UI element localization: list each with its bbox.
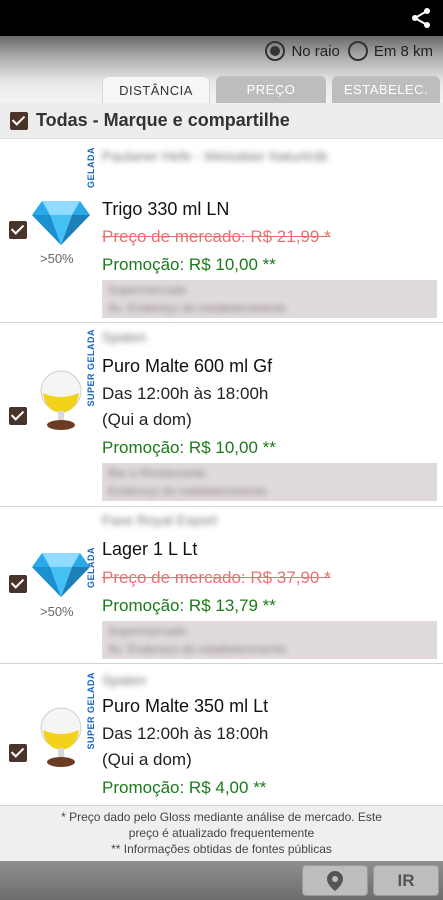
tab-distancia[interactable]: DISTÂNCIA	[102, 76, 210, 103]
discount-label: >50%	[40, 604, 74, 619]
tab-estabelec[interactable]: ESTABELEC.	[332, 76, 440, 103]
store-address: Endereço do estabelecimento	[108, 484, 267, 498]
radio-no-raio[interactable]: No raio	[265, 41, 340, 61]
hours-label: Das 12:00h às 18:00h	[102, 384, 269, 403]
store-info: Supermercado Av. Endereço do estabelecim…	[102, 280, 437, 318]
market-price: Preço de mercado: R$ 21,99 *	[102, 227, 331, 246]
days-label: (Qui a dom)	[102, 410, 192, 429]
disclaimer-footer: * Preço dado pelo Gloss mediante análise…	[0, 806, 443, 861]
select-all-label: Todas - Marque e compartilhe	[36, 110, 290, 130]
store-name: Supermercado	[108, 283, 187, 297]
bottom-toolbar: IR	[0, 861, 443, 900]
item-checkbox[interactable]	[9, 221, 27, 239]
promo-price: Promoção: R$ 4,00 **	[102, 778, 267, 797]
brand-name: Spaten	[102, 329, 147, 345]
go-button[interactable]: IR	[373, 865, 439, 896]
promo-price: Promoção: R$ 10,00 **	[102, 438, 276, 457]
list-item[interactable]: SUPER GELADA Spaten Puro Malte 350 ml Lt…	[0, 664, 443, 806]
diamond-icon	[32, 201, 90, 245]
list-item[interactable]: GELADA Faxe Royal Export >50% Lager 1 L …	[0, 507, 443, 664]
brand-name: Spaten	[102, 672, 147, 688]
diamond-icon	[32, 553, 90, 597]
product-name: Puro Malte 350 ml Lt	[102, 696, 269, 716]
product-name: Lager 1 L Lt	[102, 539, 198, 559]
top-bar	[0, 0, 443, 36]
market-price: Preço de mercado: R$ 37,90 *	[102, 568, 331, 587]
beer-glass-icon	[40, 370, 82, 430]
filter-header: No raio Em 8 km DISTÂNCIA PREÇO ESTABELE…	[0, 36, 443, 103]
item-checkbox[interactable]	[9, 575, 27, 593]
brand-name: Faxe Royal Export	[102, 512, 218, 528]
product-name: Trigo 330 ml LN	[102, 199, 230, 219]
brand-name: Paulaner Hefe - Weissbier Naturtrüb	[102, 148, 328, 164]
days-label: (Qui a dom)	[102, 750, 192, 769]
map-button[interactable]	[302, 865, 368, 896]
disclaimer-line: preço é atualizado frequentemente	[128, 826, 315, 840]
promo-price: Promoção: R$ 13,79 **	[102, 596, 276, 615]
beer-glass-icon	[40, 707, 82, 767]
radius-options: No raio Em 8 km	[265, 41, 433, 61]
sort-tabs: DISTÂNCIA PREÇO ESTABELEC.	[102, 76, 440, 103]
disclaimer-line: * Preço dado pelo Gloss mediante análise…	[61, 810, 382, 824]
item-checkbox[interactable]	[9, 744, 27, 762]
radio-unselected-icon	[347, 41, 368, 61]
promo-price: Promoção: R$ 10,00 **	[102, 255, 276, 274]
hours-label: Das 12:00h às 18:00h	[102, 724, 269, 743]
store-address: Av. Endereço do estabelecimento	[108, 301, 287, 315]
select-all-checkbox[interactable]	[10, 111, 28, 130]
radio-em-8km[interactable]: Em 8 km	[347, 41, 433, 61]
radio-selected-icon	[265, 41, 286, 61]
tab-preco[interactable]: PREÇO	[216, 76, 326, 103]
store-address: Av. Endereço do estabelecimento	[108, 642, 287, 656]
radio-label: Em 8 km	[373, 42, 433, 60]
disclaimer-line: ** Informações obtidas de fontes pública…	[111, 842, 332, 856]
list-item[interactable]: SUPER GELADA Spaten Puro Malte 600 ml Gf…	[0, 323, 443, 507]
item-checkbox[interactable]	[9, 407, 27, 425]
store-info: Supermercado Av. Endereço do estabelecim…	[102, 621, 437, 659]
location-pin-icon	[327, 870, 343, 891]
store-info: Bar e Restaurante Endereço do estabeleci…	[102, 463, 437, 501]
vertical-tag: GELADA	[86, 147, 96, 188]
store-name: Supermercado	[108, 624, 187, 638]
select-all-row[interactable]: Todas - Marque e compartilhe	[0, 103, 443, 139]
store-name: Bar e Restaurante	[108, 466, 206, 480]
share-icon[interactable]	[409, 6, 433, 30]
product-name: Puro Malte 600 ml Gf	[102, 356, 273, 376]
discount-label: >50%	[40, 251, 74, 266]
list-item[interactable]: GELADA Paulaner Hefe - Weissbier Naturtr…	[0, 139, 443, 323]
radio-label: No raio	[291, 42, 340, 60]
